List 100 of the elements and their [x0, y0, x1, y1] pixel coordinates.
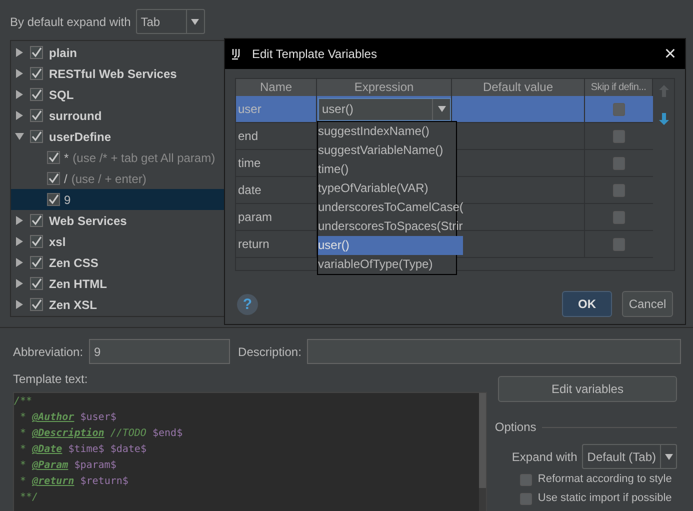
template-group-name[interactable]: surround [49, 106, 102, 124]
checkbox[interactable] [520, 474, 532, 486]
checkmark-icon [31, 68, 42, 79]
checkbox[interactable] [30, 298, 43, 311]
expand-arrow-icon[interactable] [15, 90, 24, 99]
edit-variables-button[interactable]: Edit variables [498, 376, 677, 402]
expand-with-label: Expand with [512, 448, 578, 466]
dropdown-option[interactable]: variableOfType(Type) [318, 255, 464, 274]
checkmark-icon [48, 173, 59, 184]
cancel-button[interactable]: Cancel [622, 291, 673, 317]
expand-arrow-icon[interactable] [15, 279, 24, 288]
dropdown-arrow-icon [191, 18, 200, 24]
app-logo-icon [232, 48, 242, 60]
checkmark-icon [31, 110, 42, 121]
expand-arrow-icon[interactable] [15, 216, 24, 225]
code-line: **/ [19, 491, 40, 505]
template-group-name[interactable]: Zen CSS [49, 254, 98, 272]
abbreviation-label: Abbreviation: [13, 344, 84, 360]
template-description: (use /* + tab get All param) [72, 150, 216, 166]
expand-arrow-icon[interactable] [15, 300, 24, 309]
checkbox[interactable] [30, 214, 43, 227]
checkbox[interactable] [30, 88, 43, 101]
template-name: * [64, 150, 69, 166]
abbreviation-field[interactable]: 9 [89, 339, 230, 364]
table-cell: user [236, 96, 317, 122]
expand-arrow-icon[interactable] [15, 69, 24, 78]
expression-combo-box[interactable]: user() [318, 98, 451, 120]
checkmark-icon [31, 278, 42, 289]
skip-checkbox[interactable] [613, 184, 625, 196]
template-group-name[interactable]: plain [49, 44, 78, 62]
checkbox-label: Use static import if possible [538, 491, 672, 506]
code-line: * @Date $time$ $date$ [19, 443, 148, 457]
code-line: * @Param $param$ [19, 459, 118, 473]
expand-arrow-icon[interactable] [15, 48, 24, 57]
code-line: * @Description //TODO $end$ [19, 426, 184, 441]
checkbox[interactable] [30, 67, 43, 80]
template-text-editor[interactable]: /** * @Author $user$ * @Description //TODO $end$ * @Date $time$ $date$ * @Param $param$ * @return $return$ **/ [13, 392, 487, 511]
dropdown-option[interactable]: user() [318, 236, 464, 255]
checkbox[interactable] [30, 235, 43, 248]
template-group-name[interactable]: userDefine [49, 128, 112, 146]
template-group-name[interactable]: Zen XSL [49, 296, 98, 314]
options-heading: Options [494, 419, 536, 436]
checkbox-label: Reformat according to style [538, 472, 672, 488]
template-group-name[interactable]: SQL [49, 86, 74, 104]
checkbox[interactable] [47, 151, 60, 164]
checkbox[interactable] [30, 130, 43, 143]
dropdown-option[interactable]: suggestVariableName() [318, 141, 464, 160]
checkmark-icon [31, 89, 42, 100]
template-group-name[interactable]: xsl [49, 232, 66, 250]
checkbox[interactable] [30, 46, 43, 59]
checkmark-icon [31, 215, 42, 226]
skip-checkbox[interactable] [613, 238, 625, 250]
expand-default-label: By default expand with [10, 14, 131, 30]
template-text-label: Template text: [13, 371, 89, 388]
checkbox[interactable] [30, 277, 43, 290]
ok-button[interactable]: OK [562, 291, 612, 317]
expand-default-combo-box[interactable]: Tab [136, 9, 205, 34]
skip-checkbox[interactable] [613, 130, 625, 142]
checkmark-icon [31, 299, 42, 310]
description-label: Description: [238, 344, 302, 360]
expand-arrow-icon[interactable] [15, 111, 24, 120]
checkmark-icon [31, 236, 42, 247]
dropdown-option[interactable]: time() [318, 160, 464, 179]
expand-arrow-icon[interactable] [15, 237, 24, 246]
dropdown-arrow-icon [438, 106, 446, 112]
checkbox[interactable] [30, 109, 43, 122]
dropdown-option[interactable]: typeOfVariable(VAR) [318, 179, 464, 198]
close-button[interactable]: × [662, 44, 678, 64]
template-description: (use / + enter) [71, 170, 146, 188]
checkmark-icon [31, 47, 42, 58]
checkbox[interactable] [47, 193, 60, 206]
checkbox[interactable] [47, 172, 60, 185]
collapse-arrow-icon[interactable] [15, 132, 24, 141]
dropdown-arrow-icon [664, 454, 672, 460]
description-field[interactable] [307, 339, 681, 364]
checkbox[interactable] [30, 256, 43, 269]
expand-with-combo-box[interactable]: Default (Tab) [582, 444, 677, 469]
dialog-title: Edit Template Variables [252, 46, 378, 63]
skip-checkbox[interactable] [613, 156, 625, 170]
checkmark-icon [31, 257, 42, 268]
template-name: 9 [64, 192, 71, 208]
template-group-name[interactable]: Web Services [49, 212, 127, 230]
move-down-icon[interactable] [658, 113, 668, 125]
template-group-name[interactable]: Zen HTML [49, 274, 107, 292]
checkmark-icon [31, 131, 42, 142]
expand-arrow-icon[interactable] [15, 258, 24, 267]
skip-checkbox[interactable] [613, 102, 625, 116]
dropdown-option[interactable]: suggestIndexName() [318, 122, 464, 141]
code-line: /** [14, 395, 34, 409]
dropdown-option[interactable]: underscoresToSpaces(Strir [318, 217, 464, 236]
code-line: * @Author $user$ [19, 411, 118, 425]
checkmark-icon [48, 194, 59, 205]
skip-checkbox[interactable] [613, 210, 625, 224]
template-name: / [64, 170, 68, 188]
template-group-name[interactable]: RESTful Web Services [49, 64, 177, 82]
dropdown-option[interactable]: underscoresToCamelCase( [318, 198, 464, 217]
code-line: * @return $return$ [19, 475, 130, 489]
checkbox[interactable] [520, 492, 532, 504]
checkmark-icon [48, 152, 59, 163]
scrollbar-thumb[interactable] [478, 393, 486, 488]
